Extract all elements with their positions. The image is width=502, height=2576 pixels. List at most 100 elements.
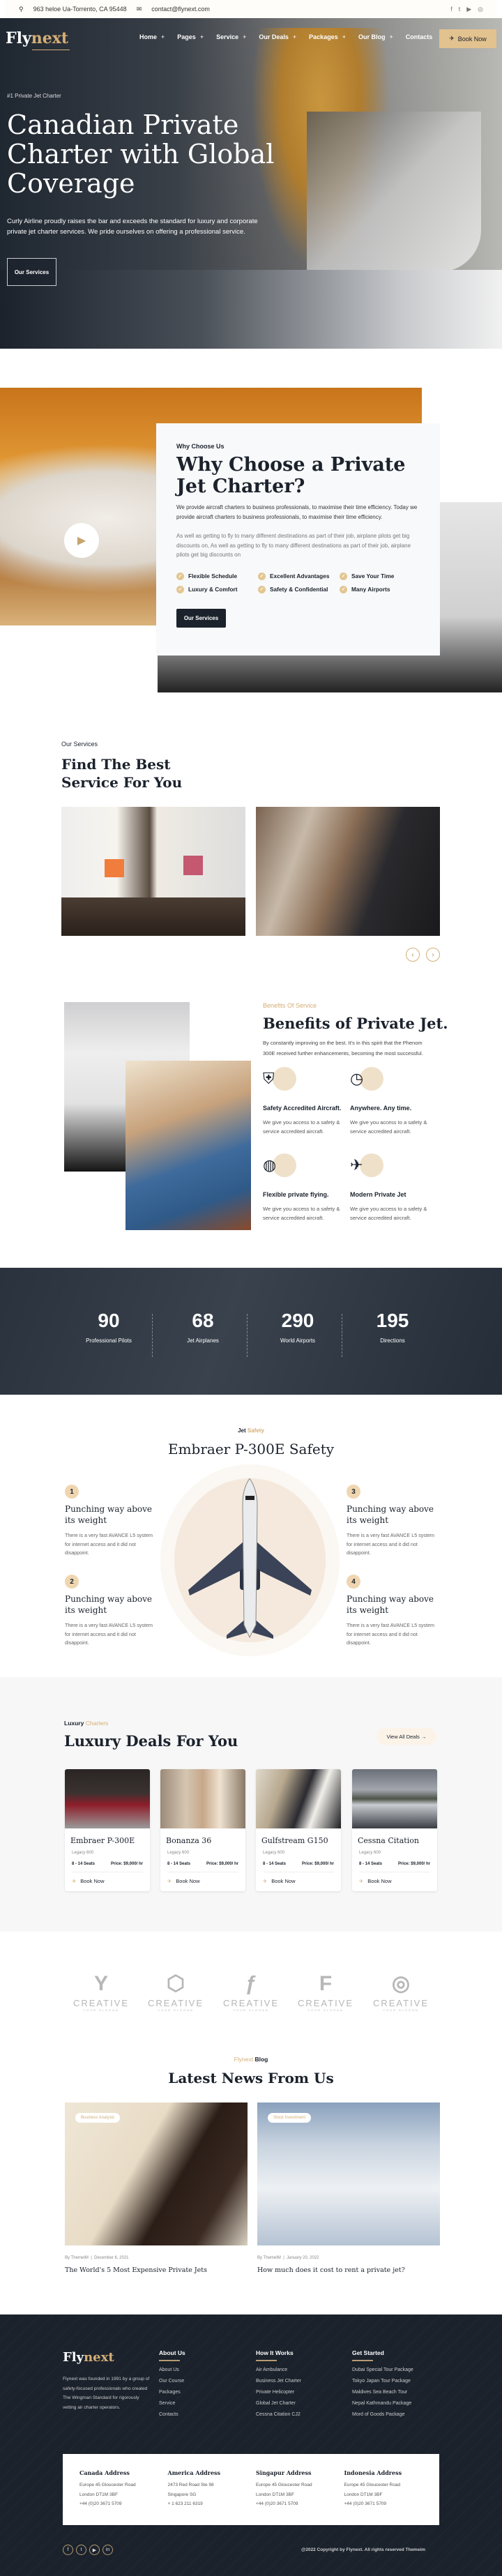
deal-card[interactable]: Gulfstream G150 Legacy 600 8 - 14 Seats Pri… bbox=[256, 1769, 341, 1891]
footer-link[interactable]: Mord of Goods Package bbox=[352, 2412, 413, 2417]
safety-item: 4 Punching way above its weight There is a… bbox=[347, 1575, 437, 1648]
address-block: Canada Address Europe 45 Gloucester Road L… bbox=[79, 2469, 136, 2506]
stat-item: 290 World Airports bbox=[280, 1310, 316, 1344]
footer-link[interactable]: About Us bbox=[159, 2367, 185, 2372]
safety-item: 3 Punching way above its weight There is a… bbox=[347, 1485, 437, 1558]
linkedin-icon[interactable]: in bbox=[102, 2545, 113, 2555]
nav-our-deals[interactable]: Our Deals + bbox=[259, 33, 296, 40]
book-now-link[interactable]: ✈ Book Now bbox=[167, 1878, 238, 1884]
section-title: Benefits of Private Jet. bbox=[263, 1015, 448, 1032]
book-now-link[interactable]: ✈ Book Now bbox=[72, 1878, 143, 1884]
view-all-deals-button[interactable]: View All Deals → bbox=[376, 1728, 436, 1745]
footer-link[interactable]: Air Ambulance bbox=[256, 2367, 301, 2372]
section-label: Luxury Charters bbox=[64, 1720, 109, 1727]
plane-icon: ✈ bbox=[72, 1878, 77, 1884]
deal-card[interactable]: Bonanza 36 Legacy 600 8 - 14 Seats Price: $… bbox=[160, 1769, 245, 1891]
nav-contacts[interactable]: Contacts bbox=[406, 33, 433, 40]
youtube-icon[interactable]: ▶ bbox=[89, 2545, 100, 2555]
benefits-description: By constantly improving on the best. It'… bbox=[263, 1040, 423, 1056]
facebook-icon[interactable]: f bbox=[63, 2545, 73, 2555]
play-icon: ▶ bbox=[77, 535, 86, 547]
slider-prev-button[interactable]: ‹ bbox=[406, 948, 420, 962]
stat-item: 195 Directions bbox=[376, 1310, 409, 1344]
footer-link[interactable]: Global Jet Charter bbox=[256, 2401, 301, 2406]
footer-link[interactable]: Tokyo Japan Tour Package bbox=[352, 2379, 413, 2384]
section-label: Benefits Of Service bbox=[263, 1002, 317, 1009]
footer-link[interactable]: Cessna Citation CJ2 bbox=[256, 2412, 301, 2417]
post-title-link[interactable]: The World's 5 Most Expensive Private Jet… bbox=[65, 2266, 248, 2274]
nav-packages[interactable]: Packages + bbox=[309, 33, 346, 40]
nav-pages[interactable]: Pages + bbox=[177, 33, 204, 40]
check-icon: ✓ bbox=[176, 572, 184, 580]
check-icon: ✓ bbox=[258, 572, 266, 580]
section-title: Why Choose a Private Jet Charter? bbox=[176, 454, 406, 497]
nav-service[interactable]: Service + bbox=[216, 33, 246, 40]
plane-icon: ✈ bbox=[167, 1878, 172, 1884]
footer-link[interactable]: Private Helicopter bbox=[256, 2390, 301, 2395]
feature-item: ✓ Flexible Schedule bbox=[176, 572, 258, 580]
instagram-icon[interactable]: ◎ bbox=[478, 6, 483, 13]
book-now-link[interactable]: ✈ Book Now bbox=[263, 1878, 334, 1884]
footer-link[interactable]: Business Jet Charter bbox=[256, 2379, 301, 2384]
footer-link[interactable]: Service bbox=[159, 2401, 185, 2406]
stat-item: 90 Professional Pilots bbox=[86, 1310, 132, 1344]
route-clock-icon: ◷ bbox=[350, 1067, 383, 1091]
airplane-icon: ✈ bbox=[350, 1153, 383, 1177]
footer-link[interactable]: Packages bbox=[159, 2390, 185, 2395]
service-slide-cabin[interactable] bbox=[61, 807, 245, 936]
deal-card[interactable]: Cessna Citation Legacy 600 8 - 14 Seats Pri… bbox=[352, 1769, 437, 1891]
footer-link[interactable]: Maldives Sea Beach Tour bbox=[352, 2390, 413, 2395]
post-category-tag[interactable]: Stock Investment bbox=[268, 2113, 312, 2123]
slider-next-button[interactable]: › bbox=[426, 948, 440, 962]
address-block: America Address 2473 Red Road Ste 98 Singa… bbox=[167, 2469, 221, 2506]
nav-our-blog[interactable]: Our Blog + bbox=[358, 33, 393, 40]
why-our-services-button[interactable]: Our Services bbox=[176, 608, 226, 628]
address-block: Singapur Address Europe 45 Gloucester Roa… bbox=[256, 2469, 312, 2506]
jet-top-view-image bbox=[188, 1478, 312, 1639]
footer-link[interactable]: Contacts bbox=[159, 2412, 185, 2417]
feature-item: ✓ Excellent Advantages bbox=[258, 572, 340, 580]
footer-social: f t ▶ in bbox=[63, 2545, 113, 2555]
twitter-icon[interactable]: t bbox=[76, 2545, 86, 2555]
deal-card[interactable]: Embraer P-300E Legacy 600 8 - 14 Seats Pric… bbox=[65, 1769, 150, 1891]
facebook-icon[interactable]: f bbox=[450, 6, 452, 13]
footer-column: Get Started Dubai Special Tour Package Tok… bbox=[352, 2349, 413, 2417]
hero-tagline: #1 Private Jet Charter bbox=[7, 93, 61, 99]
nav-home[interactable]: Home + bbox=[139, 33, 165, 40]
service-slide-passenger[interactable] bbox=[256, 807, 440, 936]
why-paragraph-2: As well as getting to fly to many differ… bbox=[176, 533, 411, 558]
partner-logo: F CREATIVE YOUR SLOGAN bbox=[297, 1972, 354, 2012]
main-nav: Home + Pages + Service + Our Deals + Package… bbox=[139, 33, 432, 40]
feature-item: ✓ Safety & Confidential bbox=[258, 585, 340, 593]
logo[interactable]: Flynext bbox=[6, 29, 70, 50]
partner-logo: ƒ CREATIVE YOUR SLOGAN bbox=[222, 1972, 280, 2012]
check-icon: ✓ bbox=[340, 572, 347, 580]
hero-fade bbox=[0, 270, 502, 349]
footer-logo[interactable]: Flynext bbox=[63, 2350, 114, 2365]
copyright: @2022 Copyright by Flynext. All rights r… bbox=[301, 2547, 426, 2552]
book-now-link[interactable]: ✈ Book Now bbox=[359, 1878, 430, 1884]
book-now-button[interactable]: ✈ Book Now bbox=[439, 29, 496, 48]
footer-about: Flynext was founded in 1991 by a group o… bbox=[63, 2377, 150, 2410]
blog-post[interactable]: Business Analysis By ThemeIM | December 6… bbox=[65, 2103, 248, 2274]
post-title-link[interactable]: How much does it cost to rent a private … bbox=[257, 2266, 440, 2274]
feature-item: ✓ Luxury & Comfort bbox=[176, 585, 258, 593]
youtube-icon[interactable]: ▶ bbox=[466, 6, 471, 13]
post-category-tag[interactable]: Business Analysis bbox=[75, 2113, 121, 2123]
man-on-phone-image bbox=[126, 1061, 251, 1230]
twitter-icon[interactable]: t bbox=[459, 6, 461, 13]
hero-description: Curly Airline proudly raises the bar and… bbox=[7, 218, 258, 236]
section-label: Why Choose Us bbox=[176, 443, 225, 450]
footer-link[interactable]: Dubai Special Tour Package bbox=[352, 2367, 413, 2372]
footer-link[interactable]: Our Course bbox=[159, 2379, 185, 2384]
hero-our-services-button[interactable]: Our Services bbox=[7, 258, 56, 286]
section-title: Luxury Deals For You bbox=[64, 1732, 238, 1750]
plane-icon: ✈ bbox=[449, 35, 455, 42]
email-link[interactable]: contact@flynext.com bbox=[151, 6, 210, 13]
footer-link[interactable]: Nepal Kathmandu Package bbox=[352, 2401, 413, 2406]
section-label: Jet Safety bbox=[238, 1427, 264, 1434]
stat-item: 68 Jet Airplanes bbox=[187, 1310, 219, 1344]
blog-post[interactable]: Stock Investment By ThemeIM | January 20,… bbox=[257, 2103, 440, 2274]
play-video-button[interactable]: ▶ bbox=[64, 523, 99, 558]
chevron-right-icon: › bbox=[432, 950, 434, 959]
